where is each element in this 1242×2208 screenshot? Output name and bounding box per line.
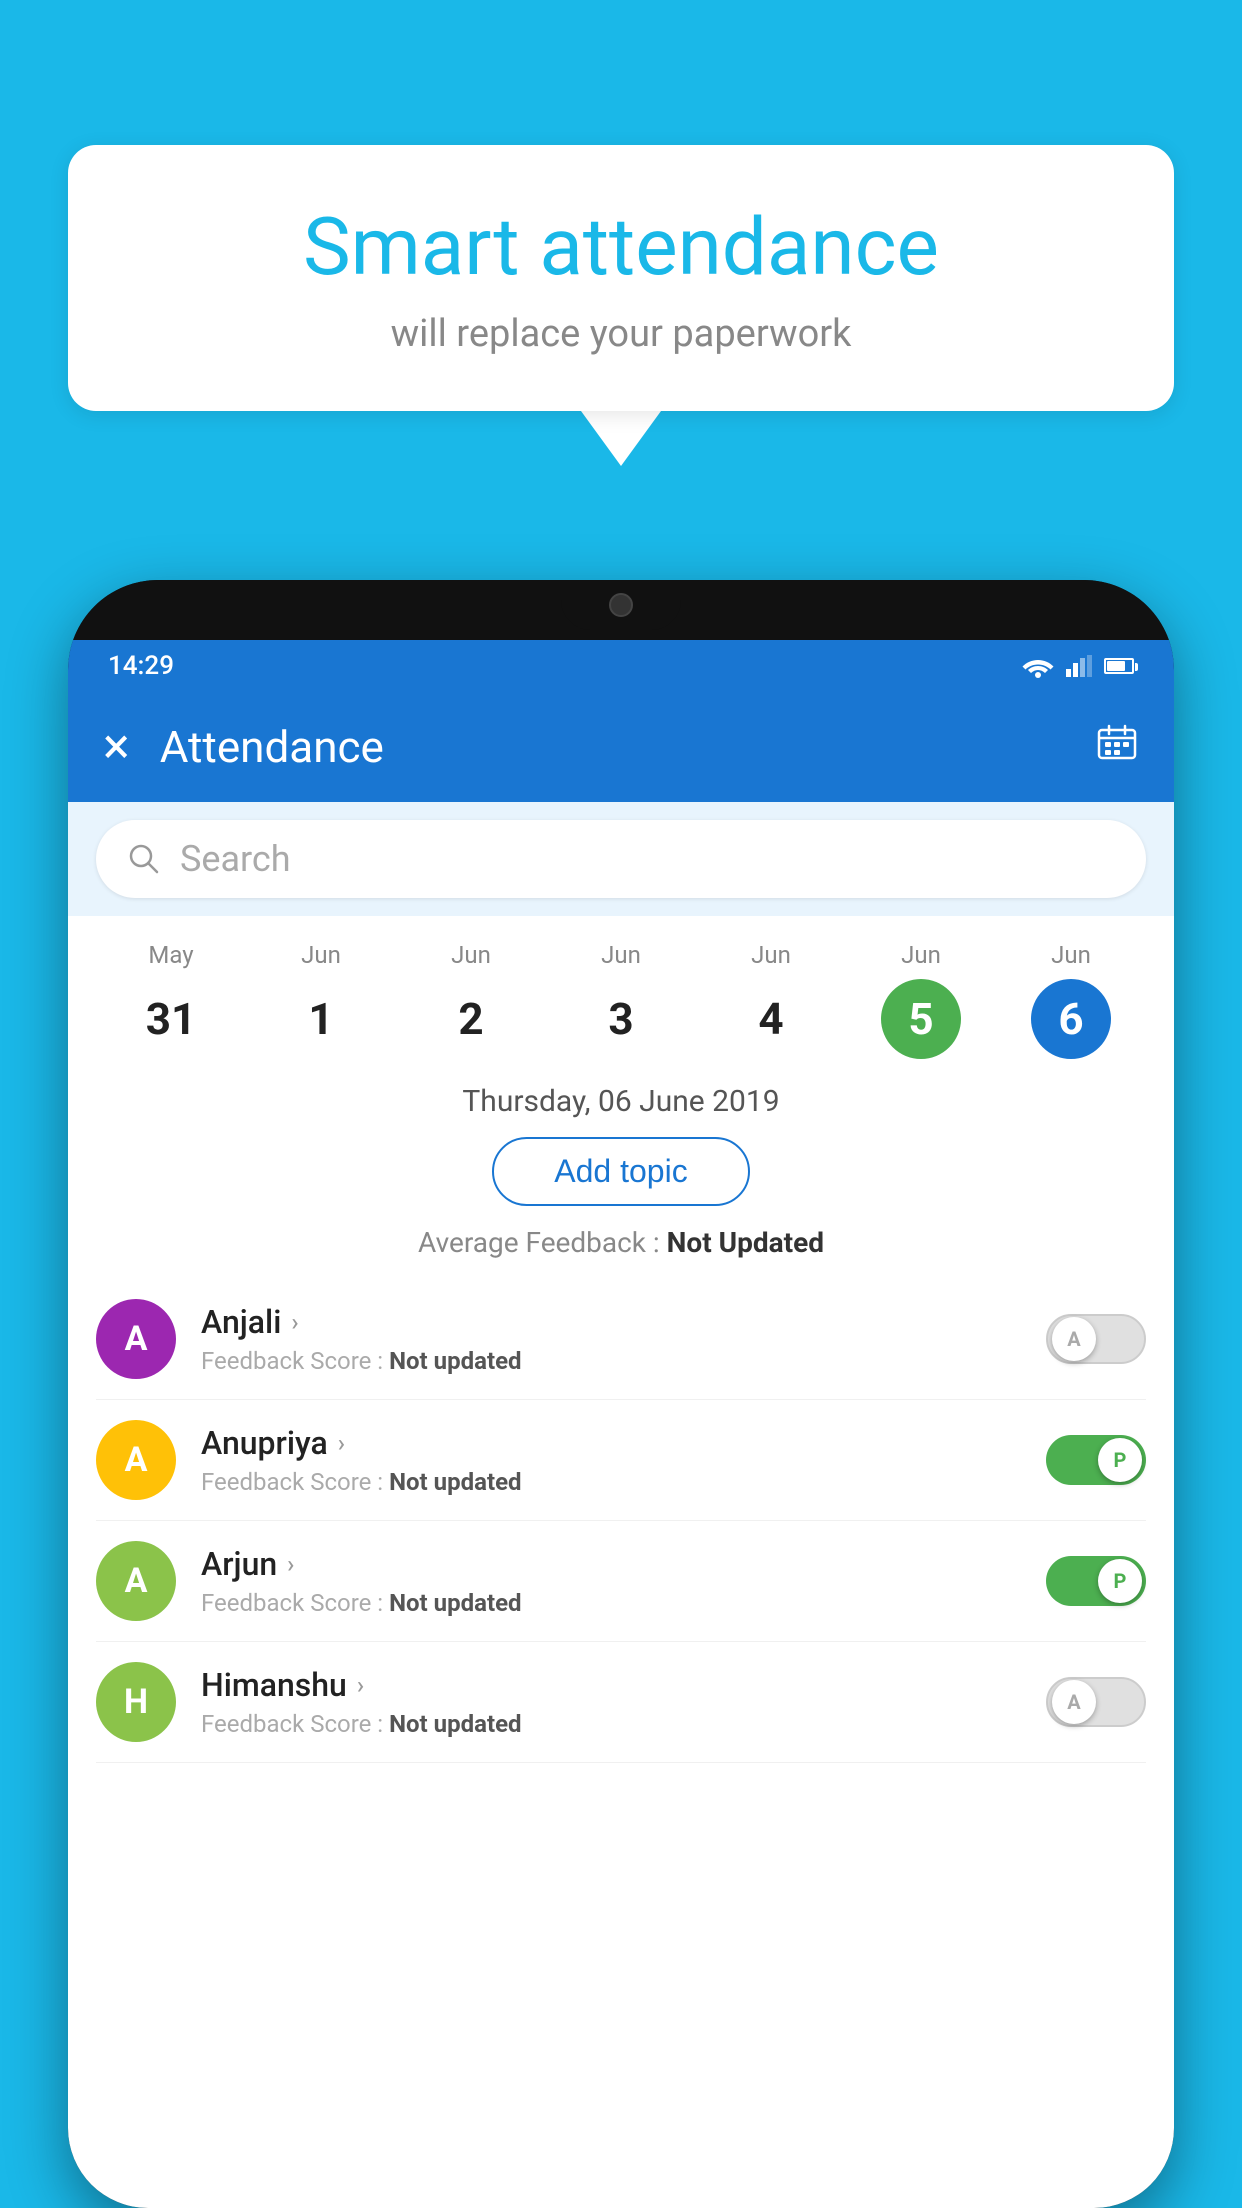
selected-date-label: Thursday, 06 June 2019 xyxy=(68,1084,1174,1119)
student-info-0: Anjali › Feedback Score : Not updated xyxy=(201,1303,1021,1375)
student-name-0[interactable]: Anjali › xyxy=(201,1303,1021,1341)
chevron-icon: › xyxy=(291,1308,298,1336)
search-icon xyxy=(126,841,162,877)
student-info-1: Anupriya › Feedback Score : Not updated xyxy=(201,1424,1021,1496)
calendar-day-5[interactable]: Jun 5 xyxy=(846,941,996,1059)
toggle-knob-3: A xyxy=(1052,1680,1096,1724)
attendance-toggle-3[interactable]: A xyxy=(1046,1677,1146,1727)
calendar-icon[interactable] xyxy=(1095,720,1139,774)
student-avatar-3: H xyxy=(96,1662,176,1742)
attendance-toggle-0[interactable]: A xyxy=(1046,1314,1146,1364)
avg-feedback-label: Average Feedback : xyxy=(418,1226,660,1259)
cal-month: Jun xyxy=(846,941,996,969)
phone-notch xyxy=(561,580,681,630)
close-button[interactable]: × xyxy=(103,722,130,772)
status-time: 14:29 xyxy=(108,651,174,681)
student-feedback-2: Feedback Score : Not updated xyxy=(201,1589,1021,1617)
student-name-1[interactable]: Anupriya › xyxy=(201,1424,1021,1462)
calendar-day-2[interactable]: Jun 2 xyxy=(396,941,546,1059)
status-icons xyxy=(1022,654,1134,678)
chevron-icon: › xyxy=(287,1550,294,1578)
phone-screen: Search May 31 Jun 1 Jun 2 Jun 3 Jun 4 Ju… xyxy=(68,802,1174,2208)
student-name-3[interactable]: Himanshu › xyxy=(201,1666,1021,1704)
speech-bubble: Smart attendance will replace your paper… xyxy=(68,145,1174,411)
phone-frame: 14:29 × Attendance xyxy=(68,580,1174,2208)
toggle-knob-2: P xyxy=(1098,1559,1142,1603)
cal-date: 2 xyxy=(431,979,511,1059)
student-item-1: A Anupriya › Feedback Score : Not update… xyxy=(96,1400,1146,1521)
cal-month: Jun xyxy=(696,941,846,969)
student-item-2: A Arjun › Feedback Score : Not updated P xyxy=(96,1521,1146,1642)
cal-month: May xyxy=(96,941,246,969)
student-feedback-0: Feedback Score : Not updated xyxy=(201,1347,1021,1375)
cal-date: 1 xyxy=(281,979,361,1059)
calendar-day-6[interactable]: Jun 6 xyxy=(996,941,1146,1059)
search-placeholder: Search xyxy=(180,838,291,880)
student-avatar-1: A xyxy=(96,1420,176,1500)
avg-feedback: Average Feedback : Not Updated xyxy=(68,1226,1174,1259)
cal-month: Jun xyxy=(546,941,696,969)
cal-date: 6 xyxy=(1031,979,1111,1059)
cal-month: Jun xyxy=(396,941,546,969)
cal-date: 5 xyxy=(881,979,961,1059)
toggle-knob-0: A xyxy=(1052,1317,1096,1361)
calendar-day-4[interactable]: Jun 4 xyxy=(696,941,846,1059)
cal-month: Jun xyxy=(246,941,396,969)
speech-bubble-tail xyxy=(581,411,661,466)
cal-month: Jun xyxy=(996,941,1146,969)
search-bar-container: Search xyxy=(68,802,1174,916)
speech-bubble-container: Smart attendance will replace your paper… xyxy=(68,145,1174,466)
student-item-0: A Anjali › Feedback Score : Not updated … xyxy=(96,1279,1146,1400)
signal-icon xyxy=(1066,655,1092,677)
attendance-toggle-2[interactable]: P xyxy=(1046,1556,1146,1606)
calendar-day-0[interactable]: May 31 xyxy=(96,941,246,1059)
student-list: A Anjali › Feedback Score : Not updated … xyxy=(68,1279,1174,1763)
speech-bubble-title: Smart attendance xyxy=(128,200,1114,294)
search-bar[interactable]: Search xyxy=(96,820,1146,898)
cal-date: 3 xyxy=(581,979,661,1059)
wifi-icon xyxy=(1022,654,1054,678)
chevron-icon: › xyxy=(338,1429,345,1457)
speech-bubble-subtitle: will replace your paperwork xyxy=(128,312,1114,356)
student-info-3: Himanshu › Feedback Score : Not updated xyxy=(201,1666,1021,1738)
battery-icon xyxy=(1104,658,1134,674)
calendar-day-3[interactable]: Jun 3 xyxy=(546,941,696,1059)
avg-feedback-value: Not Updated xyxy=(667,1226,824,1259)
cal-date: 4 xyxy=(731,979,811,1059)
student-item-3: H Himanshu › Feedback Score : Not update… xyxy=(96,1642,1146,1763)
toggle-knob-1: P xyxy=(1098,1438,1142,1482)
add-topic-button[interactable]: Add topic xyxy=(492,1137,749,1206)
phone-notch-area xyxy=(68,580,1174,640)
calendar-day-1[interactable]: Jun 1 xyxy=(246,941,396,1059)
student-feedback-1: Feedback Score : Not updated xyxy=(201,1468,1021,1496)
chevron-icon: › xyxy=(357,1671,364,1699)
student-info-2: Arjun › Feedback Score : Not updated xyxy=(201,1545,1021,1617)
student-name-2[interactable]: Arjun › xyxy=(201,1545,1021,1583)
calendar-row: May 31 Jun 1 Jun 2 Jun 3 Jun 4 Jun 5 Jun… xyxy=(68,916,1174,1059)
student-feedback-3: Feedback Score : Not updated xyxy=(201,1710,1021,1738)
status-bar: 14:29 xyxy=(68,640,1174,692)
cal-date: 31 xyxy=(131,979,211,1059)
student-avatar-2: A xyxy=(96,1541,176,1621)
attendance-toggle-1[interactable]: P xyxy=(1046,1435,1146,1485)
student-avatar-0: A xyxy=(96,1299,176,1379)
app-bar: × Attendance xyxy=(68,692,1174,802)
app-bar-title: Attendance xyxy=(160,721,1095,773)
phone-camera xyxy=(609,593,633,617)
